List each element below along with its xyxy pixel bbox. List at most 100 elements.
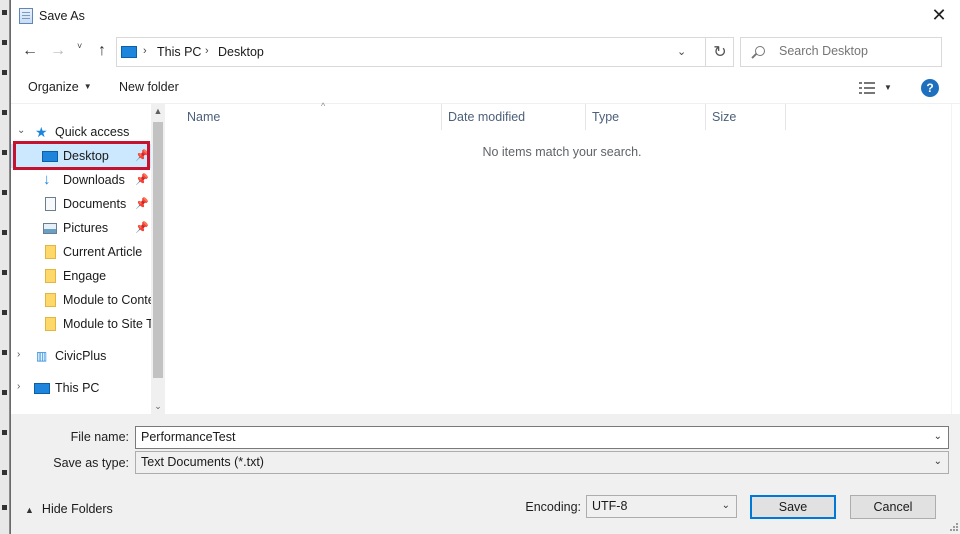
search-box[interactable] xyxy=(740,37,942,67)
scroll-up-icon[interactable]: ▲ xyxy=(151,106,165,116)
chevron-down-icon: ⌄ xyxy=(721,500,730,511)
sidebar-item-civicplus[interactable]: › ▥ CivicPlus xyxy=(11,344,151,368)
search-input[interactable] xyxy=(779,44,934,58)
pc-icon xyxy=(121,46,137,58)
folder-icon xyxy=(45,245,56,259)
sidebar-item-label: Module to Conte xyxy=(63,293,155,307)
column-header-label: Size xyxy=(712,110,737,124)
sidebar-item-module-to-site[interactable]: Module to Site T xyxy=(11,312,154,336)
back-arrow-icon: ← xyxy=(22,42,38,59)
sidebar-item-documents[interactable]: Documents 📌 xyxy=(11,192,151,216)
breadcrumb-desktop[interactable]: Desktop xyxy=(218,45,264,59)
sidebar-item-label: Module to Site T xyxy=(63,317,154,331)
chevron-down-icon: ˅ xyxy=(77,41,83,51)
sidebar-item-current-article[interactable]: Current Article xyxy=(11,240,151,264)
sidebar-item-label: CivicPlus xyxy=(55,349,107,363)
refresh-button[interactable]: ↻ xyxy=(705,38,734,66)
sidebar-item-desktop[interactable]: Desktop 📌 xyxy=(11,144,151,168)
sidebar-item-label: Desktop xyxy=(63,149,109,163)
chevron-down-icon[interactable]: ⌄ xyxy=(934,431,942,442)
cancel-button[interactable]: Cancel xyxy=(850,495,936,519)
building-icon: ▥ xyxy=(36,349,48,363)
breadcrumb-separator-icon[interactable]: › xyxy=(143,45,147,57)
up-button[interactable]: ↑ xyxy=(91,40,113,62)
help-icon[interactable]: ? xyxy=(921,79,939,97)
scrollbar-thumb[interactable] xyxy=(153,122,163,378)
chevron-down-icon: ⌄ xyxy=(677,46,687,58)
address-bar[interactable]: › This PC › Desktop ⌄ ↻ xyxy=(116,37,734,67)
close-button[interactable]: ✕ xyxy=(922,0,956,31)
sidebar-item-label: Documents xyxy=(63,197,127,211)
encoding-label: Encoding: xyxy=(525,500,581,514)
sidebar-item-label: Engage xyxy=(63,269,107,283)
chevron-down-icon: ⌄ xyxy=(933,456,942,467)
background-window-edge xyxy=(0,0,10,534)
organize-label: Organize xyxy=(28,80,79,94)
search-icon xyxy=(755,46,765,56)
back-button[interactable]: ← xyxy=(19,40,41,62)
refresh-icon: ↻ xyxy=(713,44,727,61)
notepad-icon xyxy=(19,8,33,24)
caret-up-icon: ▲ xyxy=(25,505,34,515)
hide-folders-button[interactable]: ▲ Hide Folders xyxy=(25,502,113,516)
caret-down-icon: ▼ xyxy=(83,82,92,91)
column-header-date-modified[interactable]: Date modified xyxy=(442,104,586,130)
forward-button[interactable]: → xyxy=(47,40,69,62)
pc-icon xyxy=(34,383,50,394)
navigation-bar: ← → ˅ ↑ › This PC › Desktop ⌄ ↻ xyxy=(11,32,960,70)
sidebar-item-module-to-content[interactable]: Module to Conte xyxy=(11,288,155,312)
view-options-icon[interactable] xyxy=(859,81,877,95)
expand-chevron-icon[interactable]: › xyxy=(17,381,20,392)
encoding-value: UTF-8 xyxy=(592,499,628,513)
save-type-select[interactable]: Text Documents (*.txt) ⌄ xyxy=(135,451,949,474)
window-title: Save As xyxy=(39,9,85,23)
sidebar-item-label: This PC xyxy=(55,381,100,395)
pin-icon: 📌 xyxy=(135,174,149,186)
forward-arrow-icon: → xyxy=(50,42,66,59)
sidebar-item-pictures[interactable]: Pictures 📌 xyxy=(11,216,151,240)
close-icon: ✕ xyxy=(931,5,947,25)
save-type-label: Save as type: xyxy=(53,456,129,470)
new-folder-button[interactable]: New folder xyxy=(119,80,179,94)
file-list: ^ Name Date modified Type Size No items … xyxy=(167,101,951,414)
save-button[interactable]: Save xyxy=(750,495,836,519)
save-as-dialog: Save As ✕ ← → ˅ ↑ › This PC › Desktop ⌄ … xyxy=(10,0,960,534)
resize-grip-icon[interactable] xyxy=(949,522,959,532)
sidebar-item-label: Downloads xyxy=(63,173,125,187)
scroll-down-icon[interactable]: ⌄ xyxy=(151,401,165,412)
sidebar-scrollbar[interactable]: ▲ ⌄ xyxy=(151,104,165,414)
folder-icon xyxy=(45,317,56,331)
hide-folders-label: Hide Folders xyxy=(41,502,113,516)
file-name-label: File name: xyxy=(70,430,129,444)
column-header-label: Type xyxy=(592,110,620,124)
organize-button[interactable]: Organize ▼ xyxy=(28,80,92,94)
download-icon: ↓ xyxy=(43,171,51,188)
sidebar-item-label: Pictures xyxy=(63,221,109,235)
sort-ascending-icon: ^ xyxy=(321,101,326,111)
pin-icon: 📌 xyxy=(135,198,149,210)
file-name-field[interactable]: PerformanceTest ⌄ xyxy=(135,426,949,449)
column-header-size[interactable]: Size xyxy=(706,104,786,130)
address-dropdown-button[interactable]: ⌄ xyxy=(677,45,686,58)
encoding-select[interactable]: UTF-8 ⌄ xyxy=(586,495,737,518)
sidebar-item-quick-access[interactable]: ⌄ ★ Quick access xyxy=(11,120,151,144)
expand-chevron-icon[interactable]: › xyxy=(17,349,20,360)
documents-icon xyxy=(45,197,56,211)
sidebar-item-downloads[interactable]: ↓ Downloads 📌 xyxy=(11,168,151,192)
sidebar-item-engage[interactable]: Engage xyxy=(11,264,151,288)
column-header-label: Name xyxy=(187,110,221,124)
view-dropdown-icon[interactable]: ▼ xyxy=(884,83,892,92)
breadcrumb-separator-icon[interactable]: › xyxy=(205,45,209,57)
expand-chevron-icon[interactable]: ⌄ xyxy=(17,125,25,136)
column-header-name[interactable]: ^ Name xyxy=(181,101,442,130)
pictures-icon xyxy=(43,223,57,234)
pin-icon: 📌 xyxy=(135,222,149,234)
sidebar-item-this-pc[interactable]: › This PC xyxy=(11,376,151,400)
breadcrumb-this-pc[interactable]: This PC xyxy=(157,45,201,59)
file-name-value: PerformanceTest xyxy=(141,430,236,444)
navigation-pane: ⌄ ★ Quick access Desktop 📌 ↓ Downloads 📌… xyxy=(11,104,165,414)
column-header-type[interactable]: Type xyxy=(586,104,706,130)
recent-locations-button[interactable]: ˅ xyxy=(77,41,82,51)
star-icon: ★ xyxy=(35,124,48,140)
sidebar-item-label: Quick access xyxy=(55,125,130,139)
